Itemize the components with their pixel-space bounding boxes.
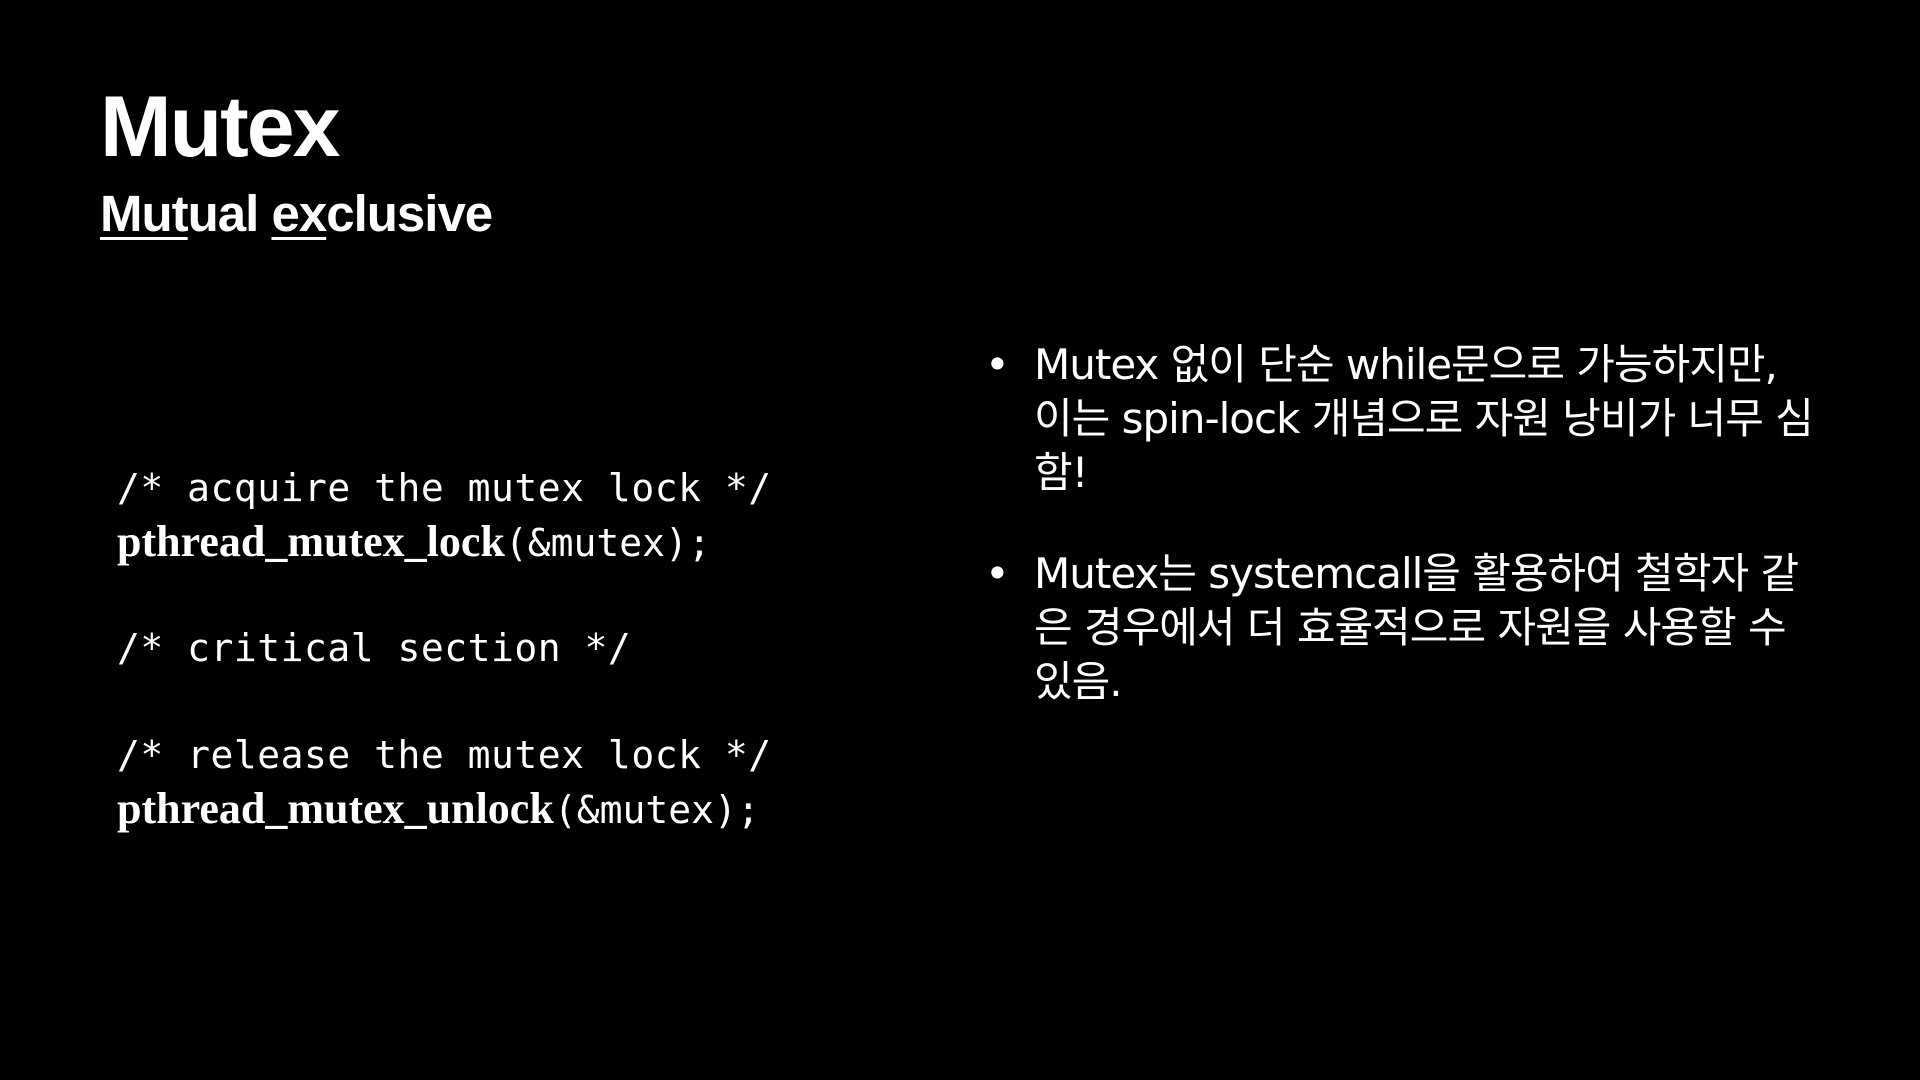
- code-comment-critical: /* critical section */: [117, 626, 632, 670]
- code-block: /* acquire the mutex lock */ pthread_mut…: [117, 462, 877, 835]
- code-comment-acquire: /* acquire the mutex lock */: [117, 466, 772, 510]
- code-lock-argument: (&mutex);: [504, 521, 711, 565]
- code-unlock-call: pthread_mutex_unlock(&mutex);: [117, 782, 877, 835]
- code-comment-release: /* release the mutex lock */: [117, 733, 772, 777]
- bullet-item: • Mutex 없이 단순 while문으로 가능하지만, 이는 spin-lo…: [985, 338, 1825, 500]
- subtitle-mut: Mut: [100, 185, 189, 242]
- subtitle-ual: ual: [187, 185, 260, 242]
- subtitle-space: [258, 185, 271, 242]
- subtitle-ex: ex: [271, 185, 327, 242]
- code-spacer: [117, 568, 877, 622]
- bullet-text: Mutex는 systemcall을 활용하여 철학자 같은 경우에서 더 효율…: [1034, 549, 1799, 706]
- slide-title: Mutex: [100, 79, 340, 175]
- code-spacer: [117, 675, 877, 729]
- code-unlock-argument: (&mutex);: [553, 788, 760, 832]
- code-unlock-function: pthread_mutex_unlock: [117, 784, 554, 833]
- bullet-icon: •: [985, 549, 1010, 598]
- code-lock-call: pthread_mutex_lock(&mutex);: [117, 515, 877, 568]
- bullet-icon: •: [985, 340, 1010, 389]
- subtitle-clusive: clusive: [326, 185, 493, 242]
- code-lock-function: pthread_mutex_lock: [117, 517, 505, 566]
- slide-subtitle: Mutual exclusive: [100, 183, 493, 244]
- bullet-item: • Mutex는 systemcall을 활용하여 철학자 같은 경우에서 더 …: [985, 547, 1825, 709]
- bullet-text: Mutex 없이 단순 while문으로 가능하지만, 이는 spin-lock…: [1034, 340, 1814, 497]
- bullet-list: • Mutex 없이 단순 while문으로 가능하지만, 이는 spin-lo…: [985, 338, 1825, 756]
